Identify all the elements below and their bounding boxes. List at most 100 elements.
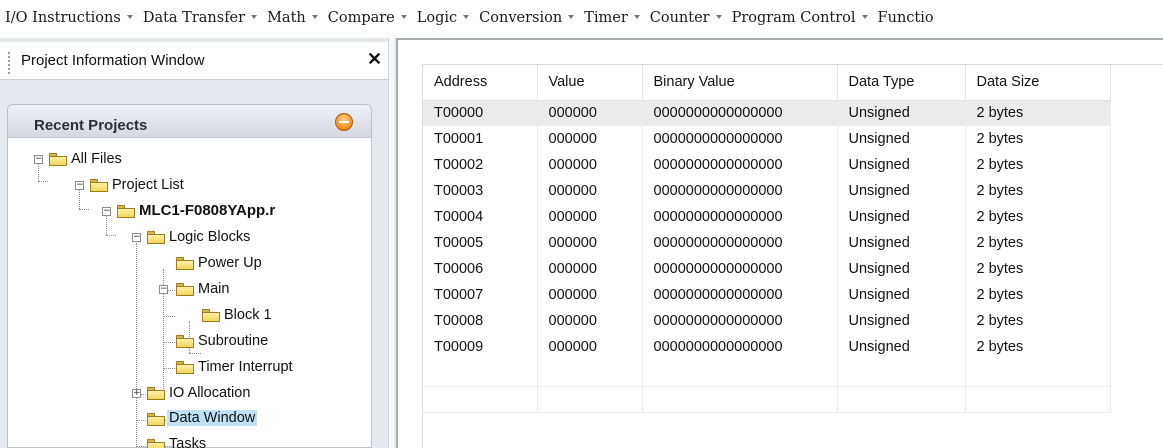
chevron-down-icon (126, 15, 133, 19)
table-row[interactable]: T00000 000000 0000000000000000 Unsigned 2 by… (423, 100, 1111, 126)
tree-item-io-allocation[interactable]: IO Allocation (169, 385, 250, 401)
cell-address: T00003 (423, 178, 538, 204)
tree-item-tasks[interactable]: Tasks (169, 436, 206, 448)
tree-connector (163, 316, 175, 317)
pane-grip-handle[interactable] (8, 52, 10, 74)
menu-logic[interactable]: Logic (417, 10, 479, 26)
cell-value: 000000 (537, 334, 643, 360)
folder-icon (117, 205, 135, 218)
table-row[interactable]: T00009 000000 0000000000000000 Unsigned 2 by… (423, 334, 1111, 360)
recent-projects-panel: Recent Projects − All Files − Project Li… (7, 104, 372, 448)
cell-data-type: Unsigned (837, 178, 966, 204)
menu-math[interactable]: Math (267, 10, 328, 26)
column-header-data-type[interactable]: Data Type (837, 65, 966, 101)
table-row[interactable]: T00005 000000 0000000000000000 Unsigned 2 by… (423, 230, 1111, 256)
tree-item-project[interactable]: MLC1-F0808YApp.r (139, 202, 371, 219)
chevron-down-icon (633, 15, 640, 19)
tree-connector (163, 368, 175, 369)
chevron-down-icon (861, 15, 868, 19)
pane-header: Project Information Window ✕ (0, 42, 394, 80)
table-row[interactable]: T00004 000000 0000000000000000 Unsigned 2 by… (423, 204, 1111, 230)
menu-counter[interactable]: Counter (650, 10, 732, 26)
tree-connector (136, 243, 137, 448)
chevron-down-icon (463, 15, 470, 19)
folder-icon (90, 179, 108, 192)
collapse-toggle-icon[interactable]: − (159, 285, 168, 294)
collapse-button[interactable] (335, 113, 353, 131)
cell-binary-value: 0000000000000000 (642, 204, 838, 230)
cell-value: 000000 (537, 282, 643, 308)
cell-data-type: Unsigned (837, 152, 966, 178)
expand-toggle-icon[interactable]: + (132, 389, 141, 398)
tree-connector (79, 189, 80, 209)
table-row[interactable]: T00007 000000 0000000000000000 Unsigned 2 by… (423, 282, 1111, 308)
cell-data-size: 2 bytes (965, 152, 1111, 178)
cell-binary-value: 0000000000000000 (642, 230, 838, 256)
column-header-data-size[interactable]: Data Size (965, 65, 1111, 101)
cell-binary-value: 0000000000000000 (642, 126, 838, 152)
cell-data-type: Unsigned (837, 308, 966, 334)
cell-value: 000000 (537, 126, 643, 152)
tree-item-logic-blocks[interactable]: Logic Blocks (169, 229, 250, 245)
tree-item-power-up[interactable]: Power Up (198, 255, 262, 271)
collapse-toggle-icon[interactable]: − (102, 207, 111, 216)
cell-data-type: Unsigned (837, 256, 966, 282)
cell-value: 000000 (537, 178, 643, 204)
close-icon[interactable]: ✕ (367, 50, 382, 68)
empty-row (423, 386, 1111, 413)
table-row[interactable]: T00008 000000 0000000000000000 Unsigned 2 by… (423, 308, 1111, 334)
tree-item-project-list[interactable]: Project List (112, 177, 184, 193)
data-window-panel: Address Value Binary Value Data Type Dat… (396, 38, 1163, 448)
column-header-value[interactable]: Value (537, 65, 643, 101)
menu-functions[interactable]: Functio (878, 10, 934, 26)
collapse-toggle-icon[interactable]: − (34, 155, 43, 164)
folder-icon (147, 387, 165, 400)
collapse-toggle-icon[interactable]: − (132, 233, 141, 242)
folder-icon (147, 413, 165, 426)
collapse-toggle-icon[interactable]: − (75, 181, 84, 190)
data-table: Address Value Binary Value Data Type Dat… (423, 65, 1111, 413)
tree-item-main[interactable]: Main (198, 281, 229, 297)
table-row[interactable]: T00003 000000 0000000000000000 Unsigned 2 by… (423, 178, 1111, 204)
cell-value: 000000 (537, 100, 643, 126)
cell-data-type: Unsigned (837, 126, 966, 152)
tree-item-data-window[interactable]: Data Window (167, 410, 258, 426)
instruction-menu-bar: I/O Instructions Data Transfer Math Compare… (0, 0, 1163, 38)
menu-conversion[interactable]: Conversion (479, 10, 584, 26)
menu-data-transfer[interactable]: Data Transfer (143, 10, 267, 26)
tree-item-all-files[interactable]: All Files (71, 151, 122, 167)
table-row[interactable]: T00006 000000 0000000000000000 Unsigned 2 by… (423, 256, 1111, 282)
tree-connector (106, 235, 116, 236)
column-header-address[interactable]: Address (423, 65, 538, 101)
cell-address: T00009 (423, 334, 538, 360)
folder-icon (176, 335, 194, 348)
column-header-binary-value[interactable]: Binary Value (642, 65, 838, 101)
table-header-row: Address Value Binary Value Data Type Dat… (423, 65, 1111, 101)
cell-value: 000000 (537, 308, 643, 334)
cell-binary-value: 0000000000000000 (642, 178, 838, 204)
menu-timer[interactable]: Timer (584, 10, 650, 26)
tree-item-block-1[interactable]: Block 1 (224, 307, 272, 323)
cell-binary-value: 0000000000000000 (642, 282, 838, 308)
table-row[interactable]: T00001 000000 0000000000000000 Unsigned 2 by… (423, 126, 1111, 152)
cell-data-type: Unsigned (837, 230, 966, 256)
data-grid: Address Value Binary Value Data Type Dat… (422, 64, 1163, 448)
folder-icon (176, 361, 194, 374)
pane-splitter[interactable] (388, 38, 394, 448)
tree-connector (79, 209, 89, 210)
cell-binary-value: 0000000000000000 (642, 256, 838, 282)
table-row[interactable]: T00002 000000 0000000000000000 Unsigned 2 by… (423, 152, 1111, 178)
cell-address: T00007 (423, 282, 538, 308)
menu-io-instructions[interactable]: I/O Instructions (5, 10, 143, 26)
tree-item-timer-interrupt[interactable]: Timer Interrupt (198, 359, 371, 375)
cell-binary-value: 0000000000000000 (642, 152, 838, 178)
chevron-down-icon (251, 15, 258, 19)
cell-address: T00002 (423, 152, 538, 178)
tree-item-subroutine[interactable]: Subroutine (198, 333, 268, 349)
tree-connector (163, 342, 175, 343)
menu-compare[interactable]: Compare (328, 10, 417, 26)
project-information-pane: Project Information Window ✕ Recent Proj… (0, 38, 396, 448)
folder-icon (49, 153, 67, 166)
cell-value: 000000 (537, 204, 643, 230)
menu-program-control[interactable]: Program Control (732, 10, 878, 26)
